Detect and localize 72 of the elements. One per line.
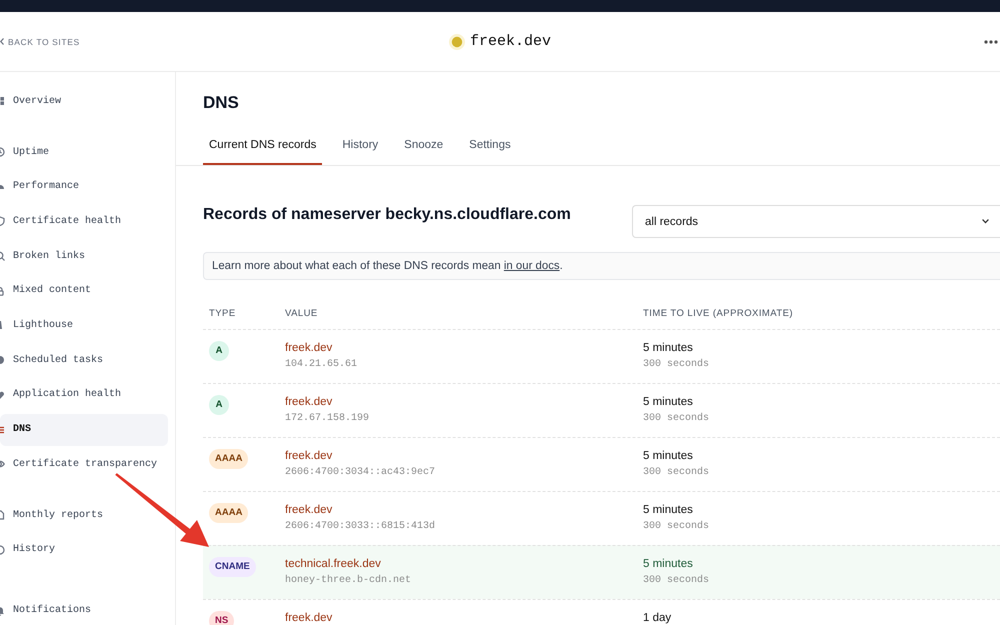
page-title: DNS [202, 92, 240, 112]
tab[interactable]: Current DNS records [203, 128, 322, 165]
ellipsis-icon [984, 40, 998, 44]
record-host: freek.dev [285, 503, 332, 517]
tower-icon [0, 320, 5, 330]
ttl-label: 5 minutes [643, 449, 693, 463]
chevron-left-icon [0, 38, 4, 45]
record-host: freek.dev [285, 395, 332, 409]
back-to-sites-link[interactable]: BACK TO SITES [0, 36, 80, 46]
tab[interactable]: Snooze [398, 128, 450, 165]
bell-icon [0, 606, 5, 616]
record-host: freek.dev [285, 611, 332, 625]
info-banner: Learn more about what each of these DNS records mean in our docs. [203, 252, 1000, 280]
sidebar-item[interactable]: DNS [0, 414, 168, 446]
ttl-label: 5 minutes [643, 341, 693, 355]
column-header: TYPE [209, 308, 236, 319]
sidebar-item[interactable]: Lighthouse [0, 309, 168, 342]
list-icon [0, 424, 5, 434]
ttl-seconds: 300 seconds [643, 359, 710, 371]
grid-icon [0, 96, 5, 106]
ttl-label: 5 minutes [643, 503, 693, 517]
sidebar-item[interactable]: Notifications [0, 594, 168, 625]
ttl-seconds: 300 seconds [643, 467, 710, 479]
sidebar-item[interactable]: Monthly reports [0, 499, 168, 532]
sidebar-item[interactable]: Scheduled tasks [0, 344, 168, 376]
tab[interactable]: Settings [463, 128, 517, 165]
sidebar-item[interactable]: Certificate transparency [0, 448, 168, 480]
section-title: Records of nameserver becky.ns.cloudflare.com [203, 205, 571, 225]
column-header: VALUE [285, 308, 318, 319]
magnifier-icon [0, 251, 5, 262]
record-type-tag: NS [209, 611, 234, 625]
sidebar-item[interactable]: Performance [0, 170, 168, 203]
record-target: 172.67.158.199 [285, 413, 370, 425]
ttl-label: 5 minutes [643, 557, 693, 571]
record-target: 2606:4700:3034::ac43:9ec7 [285, 467, 436, 479]
record-type-tag: CNAME [209, 557, 256, 577]
record-host: technical.freek.dev [285, 557, 381, 571]
record-target: 104.21.65.61 [285, 359, 358, 371]
clock-icon [0, 147, 5, 157]
record-host: freek.dev [285, 449, 332, 463]
sidebar-item[interactable]: Broken links [0, 240, 168, 272]
ttl-seconds: 300 seconds [643, 575, 710, 587]
sidebar-item[interactable]: Certificate health [0, 205, 168, 238]
status-dot-icon [448, 34, 465, 50]
docs-link[interactable]: in our docs [504, 260, 560, 272]
sidebar-item[interactable]: Uptime [0, 136, 168, 168]
record-target: honey-three.b-cdn.net [285, 575, 412, 587]
ttl-label: 1 day [643, 611, 672, 625]
ttl-label: 5 minutes [643, 395, 693, 409]
shield-icon [0, 216, 5, 226]
sidebar-item[interactable]: Application health [0, 378, 168, 411]
document-icon [0, 510, 5, 520]
record-type-tag: AAAA [209, 449, 248, 469]
sidebar-item[interactable]: Overview [0, 85, 168, 117]
site-name: freek.dev [470, 33, 551, 50]
record-type-tag: AAAA [209, 503, 248, 523]
column-header: TIME TO LIVE (APPROXIMATE) [643, 308, 794, 319]
ttl-seconds: 300 seconds [643, 413, 710, 425]
chevron-down-icon [982, 219, 989, 224]
record-filter-select[interactable]: all records [632, 205, 1000, 238]
more-button[interactable] [984, 40, 998, 44]
record-target: 2606:4700:3033::6815:413d [285, 521, 436, 533]
eye-icon [0, 459, 5, 470]
ttl-seconds: 300 seconds [643, 521, 710, 533]
sidebar-item[interactable]: Mixed content [0, 274, 168, 307]
record-type-tag: A [209, 395, 229, 415]
record-type-tag: A [209, 341, 229, 361]
tab[interactable]: History [336, 128, 384, 165]
lock-icon [0, 286, 5, 296]
sidebar-item[interactable]: History [0, 534, 168, 566]
record-host: freek.dev [285, 341, 332, 355]
heart-icon [0, 390, 5, 400]
